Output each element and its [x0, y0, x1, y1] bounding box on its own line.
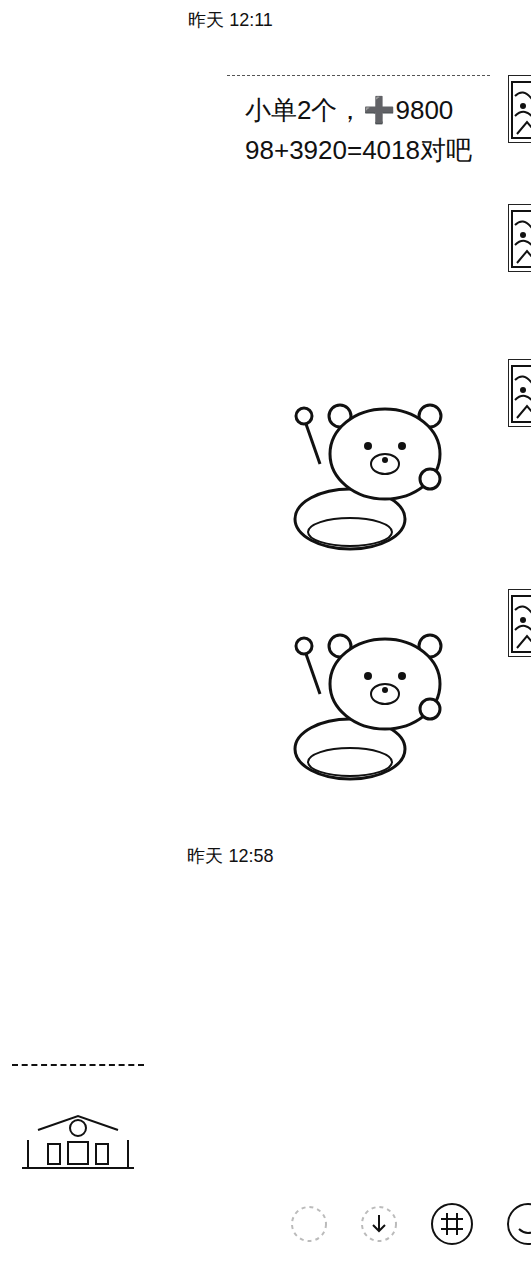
blank-bubble[interactable] — [290, 204, 490, 334]
voice-icon[interactable] — [289, 1204, 329, 1244]
sticker-message[interactable] — [290, 624, 455, 789]
message-row — [0, 204, 531, 334]
sticker-image-icon — [18, 1110, 138, 1170]
bear-drum-icon — [290, 394, 455, 559]
avatar-icon — [509, 76, 531, 143]
chat-screen: 昨天 12:11 小单2个，➕980098+3920=4018对吧昨天 12:58 — [0, 0, 531, 1280]
timestamp: 昨天 12:11 — [0, 8, 531, 32]
avatar[interactable] — [508, 359, 531, 427]
sticker-message[interactable] — [290, 394, 455, 559]
emoji-icon[interactable] — [505, 1201, 531, 1247]
text-bubble[interactable]: 小单2个，➕980098+3920=4018对吧 — [227, 75, 490, 184]
timestamp: 昨天 12:58 — [0, 844, 531, 868]
message-row — [0, 1064, 531, 1174]
download-icon[interactable] — [359, 1204, 399, 1244]
input-bar — [0, 1189, 531, 1259]
image-message[interactable] — [12, 1064, 144, 1174]
message-row — [0, 359, 531, 559]
bubble-line: 小单2个，➕9800 — [245, 90, 472, 130]
message-row — [0, 589, 531, 789]
avatar[interactable] — [508, 204, 531, 272]
avatar[interactable] — [508, 589, 531, 657]
avatar[interactable] — [508, 75, 531, 143]
avatar-icon — [509, 360, 531, 427]
bear-drum-icon — [290, 624, 455, 789]
bubble-line: 98+3920=4018对吧 — [245, 130, 472, 170]
avatar-icon — [509, 590, 531, 657]
avatar-icon — [509, 205, 531, 272]
keyboard-icon[interactable] — [429, 1201, 475, 1247]
message-row: 小单2个，➕980098+3920=4018对吧 — [0, 75, 531, 184]
